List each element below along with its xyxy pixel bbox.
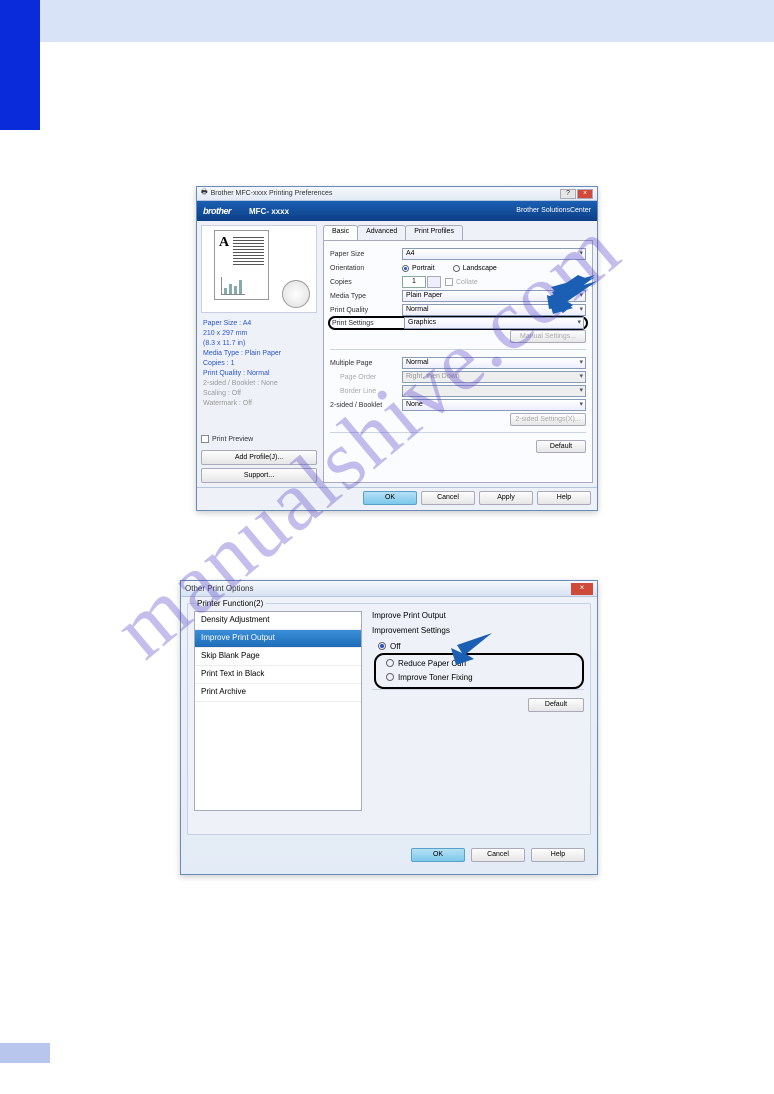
list-item[interactable]: Print Archive	[195, 684, 361, 702]
paper-size-label: Paper Size	[330, 251, 402, 258]
copies-spinner[interactable]	[427, 276, 441, 288]
manual-settings-button[interactable]: Manual Settings...	[510, 330, 586, 343]
page-order-label: Page Order	[330, 374, 402, 381]
improve-toner-radio[interactable]	[386, 673, 394, 681]
cancel-button[interactable]: Cancel	[421, 491, 475, 505]
default-button[interactable]: Default	[536, 440, 586, 453]
other-print-options-dialog: Other Print Options × Printer Function(2…	[180, 580, 598, 875]
left-band	[0, 0, 40, 130]
ok-button[interactable]: OK	[411, 848, 465, 862]
window-title: Other Print Options	[185, 584, 253, 593]
copies-label: Copies	[330, 279, 402, 286]
print-settings-row-highlight: Print Settings Graphics	[328, 316, 588, 330]
reduce-curl-radio[interactable]	[386, 659, 394, 667]
duplex-select[interactable]: None	[402, 399, 586, 411]
tabs: Basic Advanced Print Profiles	[323, 225, 593, 240]
list-item[interactable]: Skip Blank Page	[195, 648, 361, 666]
group-title: Printer Function(2)	[194, 599, 266, 608]
print-quality-label: Print Quality	[330, 307, 402, 314]
default-button[interactable]: Default	[528, 698, 584, 712]
portrait-radio[interactable]	[402, 265, 409, 272]
border-line-select	[402, 385, 586, 397]
list-item[interactable]: Improve Print Output	[195, 630, 361, 648]
help-button[interactable]: Help	[531, 848, 585, 862]
callout-arrow-icon	[545, 278, 600, 316]
orientation-label: Orientation	[330, 265, 402, 272]
solutions-center-link[interactable]: Brother SolutionsCenter	[516, 207, 591, 215]
copies-input[interactable]: 1	[402, 276, 426, 288]
help-button-icon[interactable]: ?	[560, 189, 576, 199]
callout-arrow-icon	[450, 630, 500, 670]
page-order-select: Right, then Down	[402, 371, 586, 383]
ok-button[interactable]: OK	[363, 491, 417, 505]
list-item[interactable]: Print Text in Black	[195, 666, 361, 684]
preview-panel: A Paper Size : A4 210 x 297 mm (8.3 x 11…	[201, 225, 317, 483]
print-settings-label: Print Settings	[332, 320, 404, 327]
list-item[interactable]: Density Adjustment	[195, 612, 361, 630]
model-label: MFC- xxxx	[249, 207, 289, 216]
titlebar: Other Print Options ×	[181, 581, 597, 597]
function-listbox[interactable]: Density Adjustment Improve Print Output …	[194, 611, 362, 811]
landscape-radio[interactable]	[453, 265, 460, 272]
print-settings-select[interactable]: Graphics	[404, 317, 584, 329]
duplex-label: 2-sided / Booklet	[330, 402, 402, 409]
print-preview-checkbox[interactable]: Print Preview	[201, 435, 317, 443]
magnifier-icon	[282, 280, 310, 308]
right-pane-header: Improve Print Output	[372, 611, 584, 620]
window-title: Brother MFC-xxxx Printing Preferences	[211, 190, 333, 197]
tab-advanced[interactable]: Advanced	[357, 225, 406, 240]
duplex-settings-button[interactable]: 2-sided Settings(X)...	[510, 413, 586, 426]
off-radio[interactable]	[378, 642, 386, 650]
page-number-box	[0, 1043, 50, 1063]
multiple-page-select[interactable]: Normal	[402, 357, 586, 369]
help-button[interactable]: Help	[537, 491, 591, 505]
page-thumbnail: A	[201, 225, 317, 313]
apply-button[interactable]: Apply	[479, 491, 533, 505]
brand-logo: brother	[203, 206, 231, 216]
preview-info: Paper Size : A4 210 x 297 mm (8.3 x 11.7…	[201, 317, 317, 411]
printing-preferences-dialog: 🖶 Brother MFC-xxxx Printing Preferences …	[196, 186, 598, 511]
tab-basic[interactable]: Basic	[323, 225, 358, 240]
window-icon: 🖶	[201, 188, 208, 199]
media-type-label: Media Type	[330, 293, 402, 300]
header-band	[40, 0, 774, 42]
cancel-button[interactable]: Cancel	[471, 848, 525, 862]
collate-checkbox[interactable]	[445, 278, 453, 286]
close-icon[interactable]: ×	[571, 583, 593, 595]
support-button[interactable]: Support...	[201, 468, 317, 483]
brand-bar: brother MFC- xxxx Brother SolutionsCente…	[197, 201, 597, 221]
add-profile-button[interactable]: Add Profile(J)...	[201, 450, 317, 465]
close-icon[interactable]: ×	[577, 189, 593, 199]
border-line-label: Border Line	[330, 388, 402, 395]
multiple-page-label: Multiple Page	[330, 360, 402, 367]
titlebar: 🖶 Brother MFC-xxxx Printing Preferences …	[197, 187, 597, 201]
tab-profiles[interactable]: Print Profiles	[405, 225, 463, 240]
paper-size-select[interactable]: A4	[402, 248, 586, 260]
